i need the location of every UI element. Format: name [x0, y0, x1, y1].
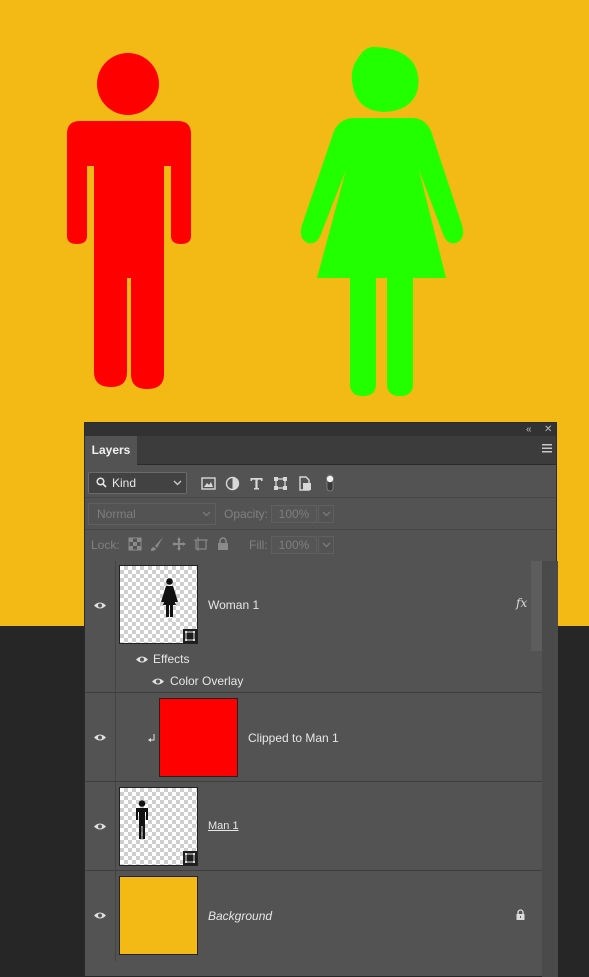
layer-name[interactable]: Man 1	[208, 820, 239, 832]
lock-position-icon[interactable]	[171, 536, 187, 552]
adjustment-filter-icon[interactable]	[225, 476, 240, 491]
lock-image-pixels-icon[interactable]	[149, 536, 165, 552]
lock-transparent-pixels-icon[interactable]	[127, 536, 143, 552]
smart-object-badge-icon	[183, 851, 197, 865]
visibility-column	[85, 871, 116, 961]
woman-legs	[350, 278, 413, 396]
chevron-down-icon	[322, 511, 331, 517]
panel-titlebar[interactable]: « ✕	[85, 423, 556, 436]
kind-filter-select[interactable]: Kind	[88, 472, 187, 494]
layer-name[interactable]: Clipped to Man 1	[248, 731, 339, 745]
layer-thumbnail[interactable]	[119, 565, 198, 644]
man-head	[97, 53, 159, 115]
lock-row: Lock: Fill: 100%	[85, 530, 556, 560]
chevron-down-icon	[173, 480, 182, 486]
woman-dress	[300, 118, 464, 278]
woman-head	[351, 47, 419, 112]
eye-icon[interactable]	[93, 601, 107, 610]
lock-icon[interactable]	[515, 909, 526, 921]
layer-woman-1[interactable]: Woman 1 fx Effects Color Overlay	[85, 561, 542, 693]
layer-thumbnail[interactable]	[119, 787, 198, 866]
panel-menu-icon[interactable]	[542, 444, 552, 453]
fill-input[interactable]: 100%	[271, 536, 317, 554]
fill-label: Fill:	[249, 538, 268, 552]
blend-mode-select[interactable]: Normal	[88, 503, 216, 525]
tab-layers[interactable]: Layers	[85, 436, 137, 465]
layers-scrollbar-track[interactable]	[542, 561, 558, 977]
lock-artboard-icon[interactable]	[193, 536, 209, 552]
blend-row: Normal Opacity: 100%	[85, 499, 556, 530]
man-figure	[67, 53, 191, 389]
layer-name[interactable]: Background	[208, 909, 272, 923]
eye-icon[interactable]	[93, 733, 107, 742]
visibility-column	[85, 561, 116, 692]
woman-thumbnail-figure	[161, 578, 178, 617]
visibility-column	[85, 782, 116, 870]
eye-icon[interactable]	[93, 911, 107, 920]
woman-figure	[300, 47, 464, 396]
eye-icon[interactable]	[135, 655, 149, 664]
opacity-input[interactable]: 100%	[271, 505, 317, 523]
image-filter-icon[interactable]	[201, 476, 216, 491]
filter-row: Kind	[85, 467, 556, 498]
shape-filter-icon[interactable]	[273, 476, 288, 491]
man-body	[67, 121, 191, 389]
chevron-down-icon	[322, 542, 331, 548]
chevron-down-icon	[202, 511, 211, 517]
panel-tabbar: Layers	[85, 436, 556, 465]
layer-list: Woman 1 fx Effects Color Overlay Clipped…	[85, 561, 542, 977]
opacity-slider-button[interactable]	[318, 505, 334, 523]
fx-icon[interactable]: fx	[516, 596, 527, 610]
collapse-icon[interactable]: «	[526, 423, 532, 436]
visibility-column	[85, 693, 116, 781]
man-thumbnail-figure	[136, 800, 148, 839]
clipping-arrow-icon	[148, 734, 155, 742]
type-filter-icon[interactable]	[249, 476, 264, 491]
blend-mode-value: Normal	[97, 507, 136, 521]
opacity-label: Opacity:	[224, 507, 269, 521]
lock-label: Lock:	[91, 538, 120, 552]
search-icon	[96, 477, 107, 488]
kind-filter-label: Kind	[112, 476, 137, 490]
layer-background[interactable]: Background	[85, 871, 542, 961]
layers-scrollbar-thumb[interactable]	[531, 561, 542, 651]
layer-clipped-to-man-1[interactable]: Clipped to Man 1	[85, 693, 542, 782]
smart-object-filter-icon[interactable]	[297, 476, 312, 491]
layers-panel: « ✕ Layers Kind Normal Opacity: 100% Loc…	[84, 422, 558, 977]
fill-slider-button[interactable]	[318, 536, 334, 554]
layer-name[interactable]: Woman 1	[208, 598, 259, 612]
close-icon[interactable]: ✕	[544, 423, 552, 436]
eye-icon[interactable]	[151, 677, 165, 686]
layer-man-1[interactable]: Man 1	[85, 782, 542, 871]
eye-icon[interactable]	[93, 822, 107, 831]
layer-thumbnail[interactable]	[119, 876, 198, 955]
smart-object-badge-icon	[183, 629, 197, 643]
filter-toggle-icon[interactable]	[325, 473, 335, 493]
color-overlay-effect[interactable]: Color Overlay	[170, 674, 243, 688]
effects-label[interactable]: Effects	[153, 652, 189, 666]
lock-all-icon[interactable]	[215, 536, 231, 552]
layer-thumbnail[interactable]	[159, 698, 238, 777]
